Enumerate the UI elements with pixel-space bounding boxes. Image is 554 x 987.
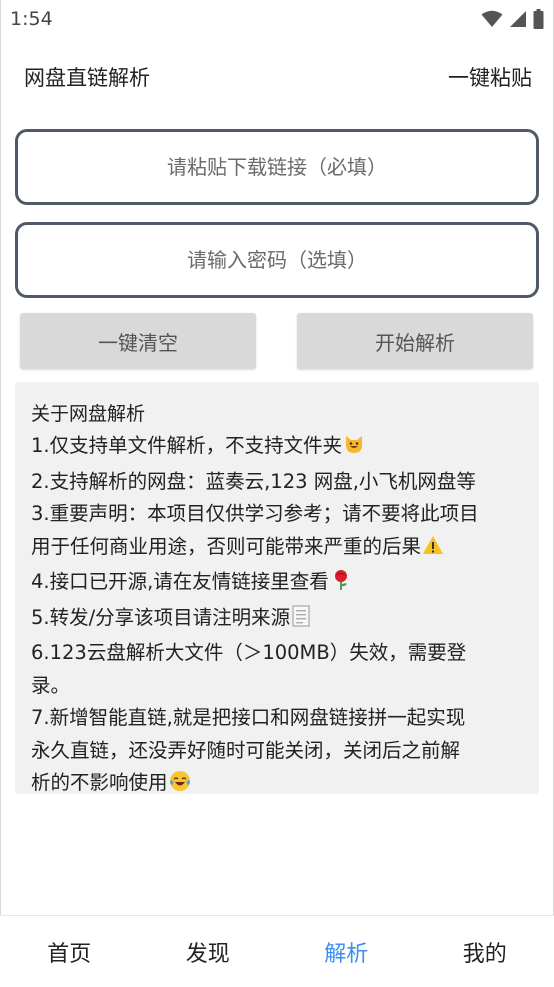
info-panel: 关于网盘解析 1.仅支持单文件解析，不支持文件夹 2.支持解析的网盘：蓝奏云,1… — [15, 382, 539, 794]
info-line-text: 1.仅支持单文件解析，不支持文件夹 — [31, 434, 342, 457]
status-bar: 1:54 — [0, 0, 554, 38]
info-line-text: 用于任何商业用途，否则可能带来严重的后果 — [31, 535, 421, 558]
info-line: 4.接口已开源,请在友情链接里查看 — [31, 566, 525, 602]
info-line: 3.重要声明：本项目仅供学习参考；请不要将此项目 — [31, 498, 525, 531]
info-line: 1.仅支持单文件解析，不支持文件夹 — [31, 430, 525, 466]
status-time: 1:54 — [10, 8, 53, 30]
nav-parse[interactable]: 解析 — [277, 916, 416, 987]
info-line: 6.123云盘解析大文件（＞100MB）失效，需要登 — [31, 637, 525, 670]
info-line-text: 5.转发/分享该项目请注明来源 — [31, 606, 290, 629]
clear-button[interactable]: 一键清空 — [20, 313, 256, 369]
info-title: 关于网盘解析 — [31, 398, 525, 430]
paste-button[interactable]: 一键粘贴 — [448, 62, 532, 92]
info-line: 录。 — [31, 670, 525, 703]
info-line: 2.支持解析的网盘：蓝奏云,123 网盘,小飞机网盘等 — [31, 466, 525, 499]
page-title: 网盘直链解析 — [24, 62, 150, 92]
nav-mine[interactable]: 我的 — [416, 916, 554, 987]
download-link-field[interactable] — [15, 129, 539, 205]
password-field[interactable] — [15, 222, 539, 298]
bottom-navigation: 首页 发现 解析 我的 — [0, 915, 554, 987]
info-line-text: 析的不影响使用 — [31, 771, 168, 794]
info-line: 析的不影响使用 — [31, 767, 525, 803]
system-icons — [481, 9, 544, 29]
info-line: 永久直链，还没弄好随时可能关闭，关闭后之前解 — [31, 735, 525, 768]
info-line: 5.转发/分享该项目请注明来源 — [31, 602, 525, 638]
download-link-input[interactable] — [18, 154, 536, 180]
password-input[interactable] — [18, 247, 536, 273]
document-icon — [291, 605, 311, 638]
battery-icon — [533, 9, 544, 29]
grinning-cat-emoji-icon — [343, 433, 365, 466]
cellular-signal-icon — [509, 10, 527, 28]
nav-home[interactable]: 首页 — [0, 916, 139, 987]
wifi-icon — [481, 10, 503, 28]
tears-of-joy-emoji-icon — [169, 770, 191, 803]
start-parse-button[interactable]: 开始解析 — [297, 313, 533, 369]
info-line: 用于任何商业用途，否则可能带来严重的后果 — [31, 531, 525, 567]
rose-icon — [330, 569, 352, 602]
info-line-text: 4.接口已开源,请在友情链接里查看 — [31, 570, 329, 593]
info-line: 7.新增智能直链,就是把接口和网盘链接拼一起实现 — [31, 702, 525, 735]
nav-discover[interactable]: 发现 — [139, 916, 278, 987]
warning-icon — [422, 534, 444, 567]
